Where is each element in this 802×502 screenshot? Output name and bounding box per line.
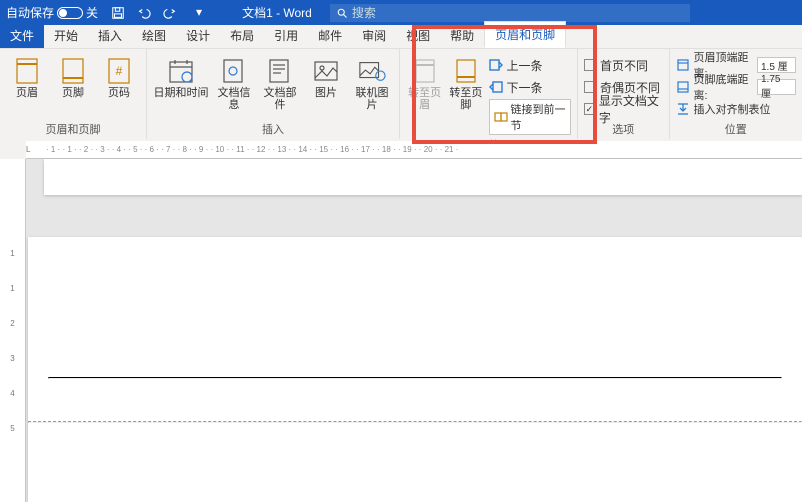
- quick-access-toolbar: ▾: [110, 5, 202, 21]
- show-doc-text-checkbox[interactable]: ✓ 显示文档文字: [584, 99, 663, 119]
- tab-draw[interactable]: 绘图: [132, 23, 176, 48]
- search-placeholder: 搜索: [352, 4, 376, 21]
- goto-header-label: 转至页眉: [406, 87, 443, 111]
- goto-header-icon: [411, 57, 439, 85]
- date-time-button[interactable]: 日期和时间: [153, 53, 209, 119]
- tab-review[interactable]: 审阅: [352, 23, 396, 48]
- checkbox-icon: [584, 81, 596, 93]
- footer-button[interactable]: 页脚: [52, 53, 94, 119]
- ruler-horizontal-wrapper: L · 1 · · 1 · · 2 · · 3 · · 4 · · 5 · · …: [0, 139, 802, 159]
- tab-references[interactable]: 引用: [264, 23, 308, 48]
- toggle-icon: [57, 7, 83, 19]
- online-pictures-label: 联机图片: [351, 87, 393, 111]
- group-insert: 日期和时间 文档信息 文档部件 图片 联机图片 插入: [147, 49, 400, 139]
- insert-align-tab-button[interactable]: 插入对齐制表位: [676, 99, 796, 119]
- footer-icon: [59, 57, 87, 85]
- titlebar: 自动保存 关 ▾ 文档1 - Word 搜索: [0, 0, 802, 25]
- tab-design[interactable]: 设计: [176, 23, 220, 48]
- doc-parts-icon: [266, 57, 294, 85]
- page-number-icon: #: [105, 57, 133, 85]
- tab-header-footer[interactable]: 页眉和页脚: [484, 21, 566, 48]
- header-label: 页眉: [16, 87, 38, 99]
- calendar-icon: [167, 57, 195, 85]
- pictures-label: 图片: [315, 87, 337, 99]
- autosave-toggle[interactable]: 自动保存 关: [6, 4, 98, 21]
- tab-layout[interactable]: 布局: [220, 23, 264, 48]
- next-button[interactable]: 下一条: [489, 77, 572, 97]
- save-icon[interactable]: [110, 5, 126, 21]
- align-tab-icon: [676, 102, 690, 116]
- link-to-previous-button[interactable]: 链接到前一节: [489, 99, 572, 135]
- search-input[interactable]: 搜索: [330, 4, 690, 22]
- document-page-bottom: [44, 159, 802, 195]
- footer-distance-row: 页脚底端距离: 1.75 厘: [676, 77, 796, 97]
- autosave-state: 关: [86, 4, 98, 21]
- group-options: 首页不同 奇偶页不同 ✓ 显示文档文字 选项: [578, 49, 670, 139]
- goto-footer-icon: [452, 57, 480, 85]
- footer-dist-icon: [676, 80, 690, 94]
- first-page-diff-checkbox[interactable]: 首页不同: [584, 55, 663, 75]
- page-number-button[interactable]: # 页码: [98, 53, 140, 119]
- next-label: 下一条: [507, 79, 543, 96]
- prev-button[interactable]: 上一条: [489, 55, 572, 75]
- next-arrow-icon: [489, 80, 503, 94]
- online-picture-icon: [358, 57, 386, 85]
- goto-header-button[interactable]: 转至页眉: [406, 53, 443, 135]
- doc-info-icon: [220, 57, 248, 85]
- first-page-diff-label: 首页不同: [600, 57, 648, 74]
- online-pictures-button[interactable]: 联机图片: [351, 53, 393, 119]
- tab-help[interactable]: 帮助: [440, 23, 484, 48]
- align-tab-label: 插入对齐制表位: [694, 101, 771, 117]
- picture-icon: [312, 57, 340, 85]
- ruler-horizontal[interactable]: L · 1 · · 1 · · 2 · · 3 · · 4 · · 5 · · …: [26, 141, 802, 159]
- header-boundary-line: [28, 421, 802, 423]
- doc-info-button[interactable]: 文档信息: [213, 53, 255, 119]
- autosave-label: 自动保存: [6, 4, 54, 21]
- doc-parts-label: 文档部件: [259, 87, 301, 111]
- header-button[interactable]: 页眉: [6, 53, 48, 119]
- group-navigation: 转至页眉 转至页脚 上一条 下一条 链接到前一节: [400, 49, 578, 139]
- prev-label: 上一条: [507, 57, 543, 74]
- prev-arrow-icon: [489, 58, 503, 72]
- ribbon: 页眉 页脚 # 页码 页眉和页脚 日期和时间 文档信息: [0, 49, 802, 139]
- group5-label: 位置: [676, 121, 796, 137]
- document-title: 文档1 - Word: [242, 4, 312, 21]
- ribbon-tabs: 文件 开始 插入 绘图 设计 布局 引用 邮件 审阅 视图 帮助 页眉和页脚: [0, 25, 802, 49]
- goto-footer-button[interactable]: 转至页脚: [447, 53, 484, 135]
- goto-footer-label: 转至页脚: [447, 87, 484, 111]
- link-icon: [494, 110, 508, 124]
- undo-icon[interactable]: [136, 5, 152, 21]
- search-icon: [336, 7, 348, 19]
- page-number-label: 页码: [108, 87, 130, 99]
- date-time-label: 日期和时间: [154, 87, 209, 99]
- header-dist-icon: [676, 58, 690, 72]
- redo-icon[interactable]: [162, 5, 178, 21]
- tab-view[interactable]: 视图: [396, 23, 440, 48]
- checkbox-checked-icon: ✓: [584, 103, 595, 115]
- tab-insert[interactable]: 插入: [88, 23, 132, 48]
- header-icon: [13, 57, 41, 85]
- document-page: [28, 237, 802, 502]
- group2-label: 插入: [153, 121, 393, 137]
- pictures-button[interactable]: 图片: [305, 53, 347, 119]
- document-area[interactable]: 112345: [0, 159, 802, 502]
- ruler-vertical[interactable]: 112345: [0, 159, 26, 502]
- group4-label: 选项: [584, 121, 663, 137]
- link-prev-label: 链接到前一节: [511, 101, 567, 133]
- group1-label: 页眉和页脚: [6, 121, 140, 137]
- checkbox-icon: [584, 59, 596, 71]
- header-dist-input[interactable]: 1.5 厘: [757, 57, 796, 73]
- doc-parts-button[interactable]: 文档部件: [259, 53, 301, 119]
- footer-dist-input[interactable]: 1.75 厘: [757, 79, 796, 95]
- group-position: 页眉顶端距离: 1.5 厘 页脚底端距离: 1.75 厘 插入对齐制表位 位置: [670, 49, 802, 139]
- group-header-footer: 页眉 页脚 # 页码 页眉和页脚: [0, 49, 147, 139]
- svg-text:#: #: [116, 64, 123, 78]
- tab-mailings[interactable]: 邮件: [308, 23, 352, 48]
- footer-label: 页脚: [62, 87, 84, 99]
- doc-info-label: 文档信息: [213, 87, 255, 111]
- tab-file[interactable]: 文件: [0, 23, 44, 48]
- tab-home[interactable]: 开始: [44, 23, 88, 48]
- qat-dropdown-icon[interactable]: ▾: [196, 5, 202, 21]
